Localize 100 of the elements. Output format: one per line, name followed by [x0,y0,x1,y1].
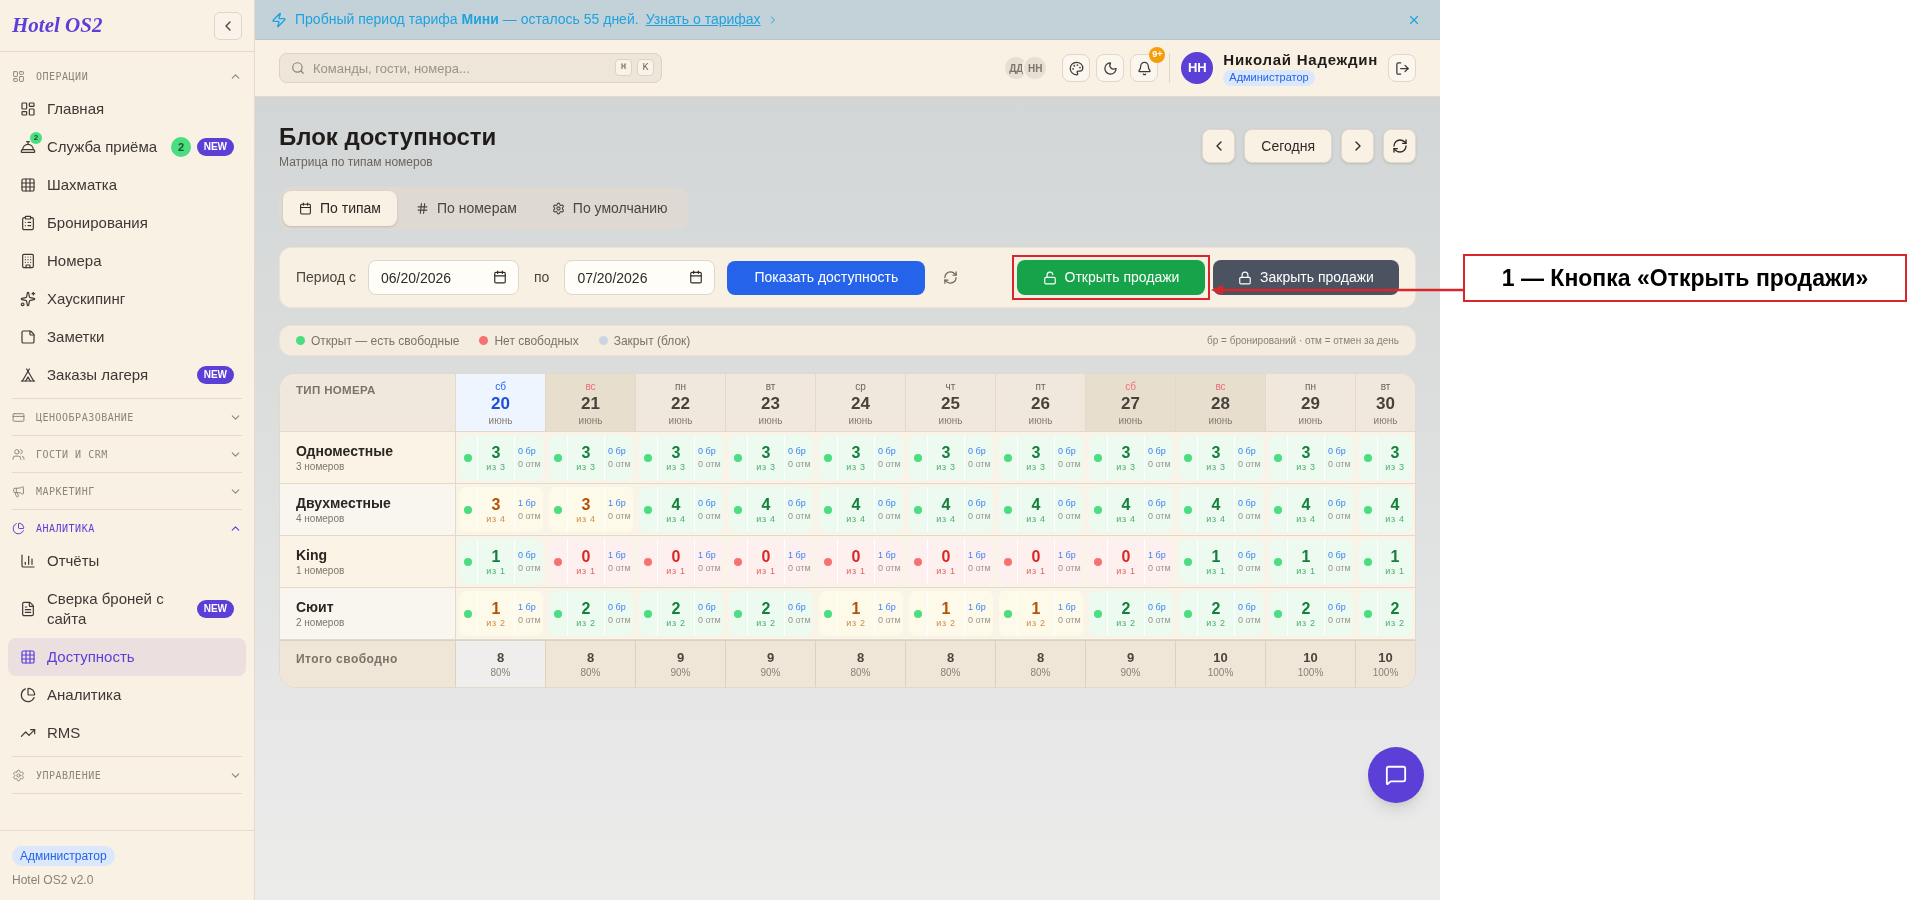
cancellations-label: 0 отм [608,614,632,626]
bookings-label: 0 бр [1238,497,1257,509]
calendar-icon [299,202,312,215]
legend-label: Закрыт (блок) [613,332,691,350]
cancellations-label: 0 отм [1148,510,1172,522]
banner-text: Пробный период тарифа Мини — осталось 55 дней. [295,10,639,29]
total-value: 8 [1036,649,1045,666]
hash-icon [415,202,429,215]
free-count: 2 [581,598,591,618]
cancellations-label: 0 отм [518,614,542,626]
user-avatar[interactable]: НН [1181,52,1214,84]
capacity-label: из 2 [666,617,686,629]
capacity-label: из 4 [486,513,506,525]
date-field[interactable]: 07/20/2026 [564,260,716,295]
nav-item[interactable]: Отчёты [8,542,246,580]
nav-item[interactable]: Шахматка [8,166,246,204]
room-type-name: King [296,546,329,564]
cancellations-label: 0 отм [698,614,722,626]
sparkles-icon [20,291,36,307]
bookings-label: 0 бр [878,445,897,457]
document-icon [20,601,36,617]
capacity-label: из 3 [576,461,596,473]
nav-item[interactable]: RMS [8,714,246,752]
note-icon [20,329,36,345]
free-count: 1 [1301,546,1311,566]
bookings-label: 1 бр [968,601,987,613]
cancellations-label: 0 отм [1328,614,1352,626]
bookings-label: 1 бр [788,549,807,561]
view-tab[interactable]: По номерам [399,191,533,226]
legend-note: бр = бронирований · отм = отмен за день [1206,334,1399,348]
nav-item[interactable]: Доступность [8,638,246,676]
date-number: 23 [761,393,780,414]
total-percent: 80% [1030,666,1051,679]
date-field[interactable]: 06/20/2026 [368,260,519,295]
tent-icon [20,367,36,383]
bookings-label: 1 бр [878,601,897,613]
legend-label: Открыт — есть свободные [311,332,460,350]
month-label: июнь [758,414,783,427]
free-count: 3 [1390,442,1400,462]
nav-item[interactable]: Бронирования [8,204,246,242]
page-title: Блок доступности [279,122,497,152]
total-percent: 100% [1372,666,1399,679]
chat-button[interactable] [1368,747,1424,803]
bookings-label: 0 бр [698,497,717,509]
nav-item[interactable]: Главная [8,90,246,128]
refresh-button[interactable] [1383,129,1416,163]
cancellations-label: 0 отм [1328,562,1352,574]
view-tab[interactable]: По типам [283,191,397,226]
open-padlock-icon [1042,270,1057,285]
nav-item[interactable]: Номера [8,242,246,280]
room-type-name: Одноместные [296,442,395,460]
nav-item[interactable]: Аналитика [8,676,246,714]
version-label: Hotel OS2 v2.0 [12,872,94,888]
free-count: 3 [761,442,771,462]
capacity-label: из 1 [846,565,866,577]
bookings-label: 0 бр [698,445,717,457]
nav-item[interactable]: Заметки [8,318,246,356]
weekday-label: вт [765,380,776,393]
nav-item[interactable]: Заказы лагеря NEW [8,356,246,394]
app-logo[interactable]: Hotel OS2 [12,9,103,42]
view-tab[interactable]: По умолчанию [535,191,684,226]
cancellations-label: 0 отм [1238,510,1262,522]
capacity-label: из 3 [1206,461,1226,473]
free-count: 4 [761,494,771,514]
total-percent: 80% [940,666,961,679]
total-value: 10 [1378,649,1393,666]
free-count: 3 [671,442,681,462]
cancellations-label: 0 отм [1058,458,1082,470]
free-count: 0 [581,546,591,566]
theme-button[interactable] [1062,54,1091,82]
users-icon [12,448,25,461]
free-count: 1 [491,546,501,566]
show-availability-button[interactable]: Показать доступность [727,260,926,295]
nav-item[interactable]: 2 Служба приёма 2 NEW [8,128,246,166]
cancellations-label: 0 отм [608,562,632,574]
cancellations-label: 0 отм [698,458,722,470]
bookings-label: 1 бр [608,549,627,561]
section-header[interactable]: АНАЛИТИКА [8,515,246,542]
nav-item[interactable]: Хаускипинг [8,280,246,318]
nav-item[interactable]: Сверка броней с сайта NEW [8,580,246,638]
dark-mode-button[interactable] [1096,54,1125,82]
cancellations-label: 0 отм [788,614,812,626]
capacity-label: из 3 [1296,461,1316,473]
free-count: 0 [851,546,861,566]
totals-label: Итого свободно [280,640,456,687]
free-count: 1 [851,598,861,618]
pie-chart-icon [20,687,36,703]
calendar-icon [493,270,507,284]
bookings-label: 0 бр [608,601,627,613]
logout-button[interactable] [1388,54,1416,82]
service-bell-icon [20,139,36,155]
presence-avatar: НН [1022,55,1049,81]
close-sales-button[interactable]: Закрыть продажи [1213,260,1399,295]
calendar-icon [689,270,704,284]
card-icon [12,411,25,424]
bookings-label: 0 бр [608,445,627,457]
total-value: 8 [496,649,505,666]
clipboard-icon [20,215,36,231]
bookings-label: 0 бр [518,445,537,457]
today-button[interactable]: Сегодня [1244,129,1332,163]
